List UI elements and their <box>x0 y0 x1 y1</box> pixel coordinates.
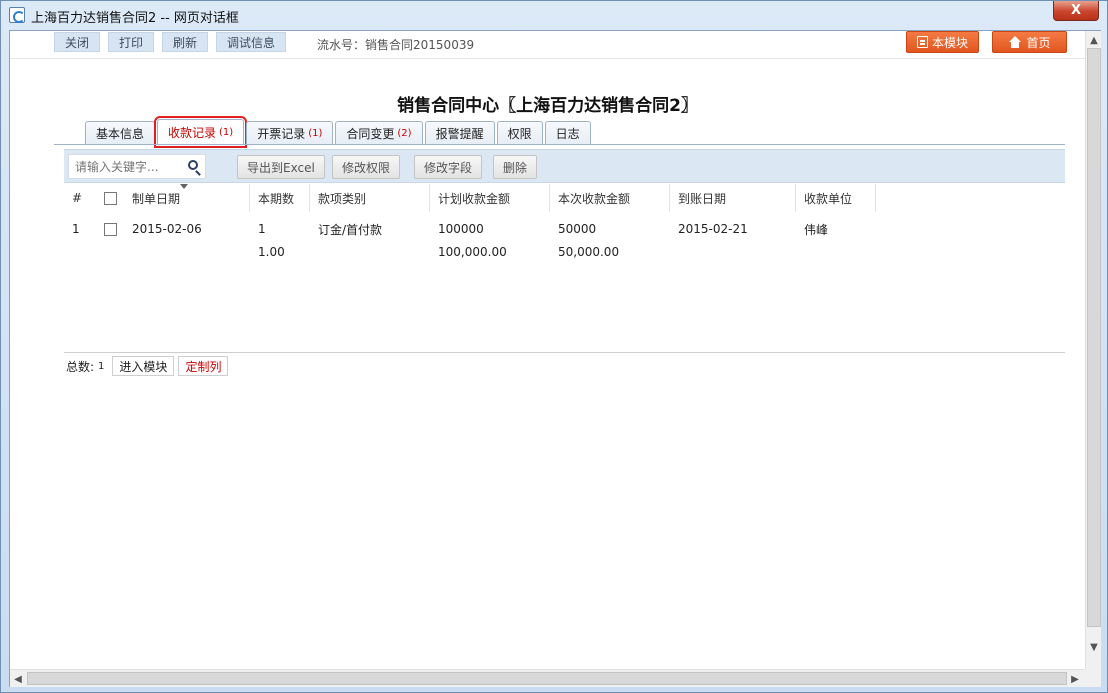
search-icon[interactable] <box>188 160 198 170</box>
dialog-window: 上海百力达销售合同2 -- 网页对话框 X 关闭 打印 刷新 调试信息 流水号：… <box>0 0 1108 693</box>
grid-header: # 制单日期 本期数 款项类别 计划收款金额 本次收款金额 到账日期 收款单位 <box>64 184 1065 212</box>
row-period-total: 1.00 <box>258 245 285 259</box>
row-created-date: 2015-02-06 <box>132 222 202 236</box>
grid-bottom-divider <box>64 352 1065 353</box>
col-planned-amount[interactable]: 计划收款金额 <box>430 184 550 212</box>
row-received-total: 50,000.00 <box>558 245 620 259</box>
tab-count: (1) <box>308 128 323 139</box>
delete-button[interactable]: 删除 <box>493 155 538 179</box>
home-label: 首页 <box>1026 35 1051 50</box>
edit-permissions-button[interactable]: 修改权限 <box>332 155 401 179</box>
tab-label: 合同变更 <box>346 127 395 141</box>
tab-permissions[interactable]: 权限 <box>496 121 543 145</box>
scroll-left-icon[interactable]: ◀ <box>10 671 26 687</box>
export-excel-button[interactable]: 导出到Excel <box>237 155 325 179</box>
window-title: 上海百力达销售合同2 -- 网页对话框 <box>31 11 239 26</box>
close-button[interactable]: 关闭 <box>54 32 101 52</box>
vertical-scrollbar[interactable]: ▲ ▼ <box>1085 31 1101 669</box>
row-payment-unit: 伟峰 <box>804 222 829 237</box>
row-planned-total: 100,000.00 <box>438 245 507 259</box>
search-input[interactable] <box>69 155 181 178</box>
tab-divider <box>54 144 1065 145</box>
table-row-summary: 1.00 100,000.00 50,000.00 <box>64 241 1065 263</box>
tab-label: 报警提醒 <box>435 127 484 141</box>
home-button[interactable]: 首页 <box>992 31 1067 53</box>
scroll-right-icon[interactable]: ▶ <box>1067 671 1083 687</box>
edit-fields-button[interactable]: 修改字段 <box>414 155 483 179</box>
tab-basic-info[interactable]: 基本信息 <box>85 121 156 145</box>
col-select-all <box>96 184 126 212</box>
customize-columns-button[interactable]: 定制列 <box>178 356 229 376</box>
print-button[interactable]: 打印 <box>108 32 155 52</box>
search-box <box>68 154 206 179</box>
table-row[interactable]: 1 2015-02-06 1 订金/首付款 100000 50000 2015-… <box>64 218 1065 240</box>
row-index: 1 <box>72 222 80 236</box>
this-module-label: 本模块 <box>932 35 969 50</box>
scroll-down-icon[interactable]: ▼ <box>1086 639 1102 655</box>
col-received-amount[interactable]: 本次收款金额 <box>550 184 670 212</box>
tab-label: 开票记录 <box>257 127 306 141</box>
top-toolbar: 关闭 打印 刷新 调试信息 流水号：销售合同20150039 本模块 首页 <box>10 31 1085 59</box>
enter-module-button[interactable]: 进入模块 <box>112 356 175 376</box>
row-period: 1 <box>258 222 266 236</box>
horizontal-scrollbar[interactable]: ◀ ▶ <box>10 669 1085 687</box>
col-category[interactable]: 款项类别 <box>310 184 430 212</box>
row-category: 订金/首付款 <box>318 222 383 237</box>
page-title: 销售合同中心〖上海百力达销售合同2〗 <box>397 96 698 116</box>
tab-contract-changes[interactable]: 合同变更 (2) <box>335 121 423 145</box>
client-area: 关闭 打印 刷新 调试信息 流水号：销售合同20150039 本模块 首页 销售… <box>9 30 1101 687</box>
tab-bar: 基本信息 收款记录 (1) 开票记录 (1) 合同变更 (2) 报警提醒 权限 日志 <box>85 116 591 148</box>
row-checkbox-cell <box>104 218 117 240</box>
row-checkbox[interactable] <box>104 222 117 236</box>
horizontal-scroll-thumb[interactable] <box>27 672 1067 685</box>
scroll-up-icon[interactable]: ▲ <box>1086 32 1102 48</box>
debug-info-button[interactable]: 调试信息 <box>216 32 287 52</box>
tab-label: 权限 <box>507 127 532 141</box>
serial-value: 销售合同20150039 <box>365 38 475 52</box>
col-period[interactable]: 本期数 <box>250 184 310 212</box>
tab-payment-records[interactable]: 收款记录 (1) <box>154 116 248 148</box>
select-all-checkbox[interactable] <box>104 191 117 205</box>
close-window-button[interactable]: X <box>1053 1 1099 21</box>
col-arrival-date[interactable]: 到账日期 <box>670 184 796 212</box>
grid-footer: 总数: 1 进入模块 定制列 <box>66 356 229 376</box>
tab-count: (2) <box>397 128 412 139</box>
tab-count: (1) <box>219 127 234 138</box>
tab-label: 收款记录 <box>168 126 217 140</box>
page-content: 关闭 打印 刷新 调试信息 流水号：销售合同20150039 本模块 首页 销售… <box>10 31 1085 669</box>
grid-toolbar: 导出到Excel 修改权限 修改字段 删除 <box>64 149 1065 183</box>
vertical-scroll-thumb[interactable] <box>1087 48 1101 627</box>
tab-alarm-reminder[interactable]: 报警提醒 <box>424 121 495 145</box>
document-icon <box>917 36 928 48</box>
scrollbar-corner <box>1085 669 1101 687</box>
refresh-button[interactable]: 刷新 <box>162 32 209 52</box>
serial-label: 流水号： <box>317 38 366 52</box>
col-payment-unit[interactable]: 收款单位 <box>796 184 876 212</box>
serial-number: 流水号：销售合同20150039 <box>317 36 474 53</box>
row-planned-amount: 100000 <box>438 222 484 236</box>
tab-invoice-records[interactable]: 开票记录 (1) <box>246 121 334 145</box>
col-created-date[interactable]: 制单日期 <box>124 184 250 212</box>
home-icon <box>1008 36 1022 48</box>
row-received-amount: 50000 <box>558 222 597 236</box>
this-module-button[interactable]: 本模块 <box>906 31 980 53</box>
ie-page-icon <box>9 7 25 23</box>
row-arrival-date: 2015-02-21 <box>678 222 748 236</box>
col-index: # <box>72 191 83 205</box>
tab-label: 基本信息 <box>96 127 145 141</box>
title-bar: 上海百力达销售合同2 -- 网页对话框 X <box>1 1 1107 29</box>
tab-log[interactable]: 日志 <box>544 121 591 145</box>
total-count: 1 <box>98 360 105 372</box>
tab-label: 日志 <box>555 127 580 141</box>
total-label: 总数: <box>66 359 95 374</box>
